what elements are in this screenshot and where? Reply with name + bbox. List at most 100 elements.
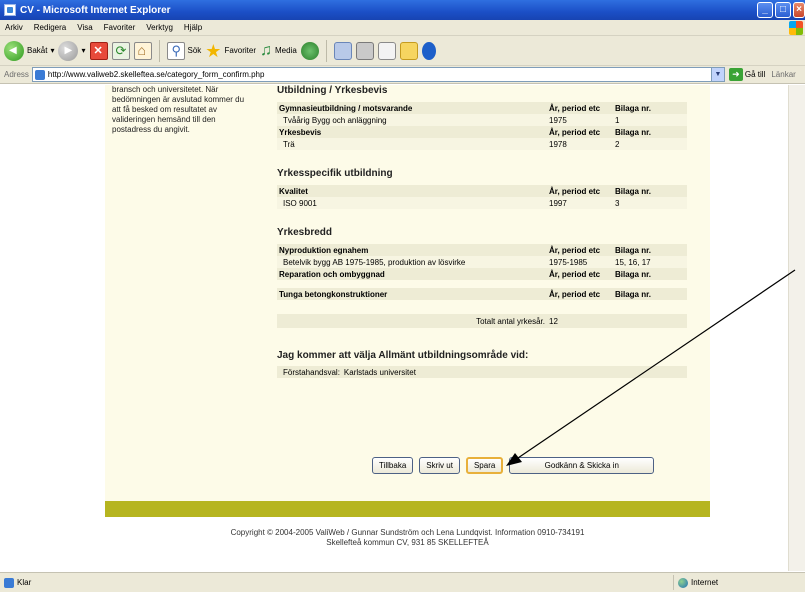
folder-icon[interactable]: [399, 41, 418, 60]
address-bar: Adress http://www.valiweb2.skelleftea.se…: [0, 66, 805, 84]
col-period: År, period etc: [549, 127, 601, 137]
education-title: Utbildning / Yrkesbevis: [277, 85, 388, 96]
window-title: CV - Microsoft Internet Explorer: [20, 4, 171, 16]
status-bar: Klar Internet: [0, 572, 805, 592]
forward-dropdown-icon[interactable]: ▾: [81, 46, 85, 55]
page-status-icon: [4, 577, 14, 588]
search-button[interactable]: Sök: [166, 39, 201, 63]
row-period: 1997: [549, 198, 567, 208]
go-arrow-icon: ➜: [728, 68, 743, 81]
menu-favoriter[interactable]: Favoriter: [104, 23, 136, 32]
yrkesbevis-header: Yrkesbevis: [279, 127, 322, 137]
footer-copyright: Copyright © 2004-2005 ValiWeb / Gunnar S…: [230, 528, 585, 537]
go-button[interactable]: ➜ Gå till: [728, 68, 765, 81]
row-bilaga: 1: [615, 115, 620, 125]
submit-button[interactable]: Godkänn & Skicka in: [509, 457, 655, 474]
vertical-scrollbar[interactable]: [788, 85, 805, 571]
tunga-header: Tunga betongkonstruktioner: [279, 289, 388, 299]
bluetooth-icon[interactable]: [421, 41, 436, 60]
menu-visa[interactable]: Visa: [77, 23, 92, 32]
internet-globe-icon: [678, 577, 688, 588]
row-period: 1975-1985: [549, 257, 588, 267]
address-field[interactable]: http://www.valiweb2.skelleftea.se/catego…: [31, 67, 725, 82]
sidebar-info: bransch och universitetet. När bedömning…: [112, 85, 252, 135]
address-dropdown-icon[interactable]: ▼: [710, 68, 724, 81]
table-header: Reparation och ombyggnad År, period etc …: [277, 268, 687, 280]
table-row: Tvåårig Bygg och anläggning 1975 1: [277, 114, 687, 126]
save-button[interactable]: Spara: [465, 457, 504, 474]
print-button[interactable]: Skriv ut: [419, 457, 460, 474]
col-bilaga: Bilaga nr.: [615, 127, 652, 137]
table-header: Tunga betongkonstruktioner År, period et…: [277, 288, 687, 300]
menu-verktyg[interactable]: Verktyg: [146, 23, 173, 32]
row-bilaga: 2: [615, 139, 620, 149]
col-bilaga: Bilaga nr.: [615, 103, 652, 113]
stop-icon[interactable]: [89, 41, 108, 60]
back-dropdown-icon[interactable]: ▾: [50, 46, 54, 55]
maximize-button[interactable]: □: [775, 2, 791, 18]
row-period: 1975: [549, 115, 567, 125]
history-icon[interactable]: [300, 41, 319, 60]
favorites-button[interactable]: ★ Favoriter: [205, 39, 256, 63]
col-period: År, period etc: [549, 103, 601, 113]
row-period: 1978: [549, 139, 567, 149]
reparation-header: Reparation och ombyggnad: [279, 269, 385, 279]
table-header: Kvalitet År, period etc Bilaga nr.: [277, 185, 687, 197]
page-icon: [34, 69, 45, 80]
address-url[interactable]: http://www.valiweb2.skelleftea.se/catego…: [48, 70, 265, 79]
row-bilaga: 3: [615, 198, 620, 208]
table-row: ISO 9001 1997 3: [277, 197, 687, 209]
col-bilaga: Bilaga nr.: [615, 269, 652, 279]
forward-button[interactable]: ▾: [58, 39, 86, 63]
search-icon: [166, 41, 185, 60]
col-period: År, period etc: [549, 245, 601, 255]
table-row: Betelvik bygg AB 1975-1985, produktion a…: [277, 256, 687, 268]
col-period: År, period etc: [549, 269, 601, 279]
table-row: Trä 1978 2: [277, 138, 687, 150]
kvalitet-header: Kvalitet: [279, 186, 308, 196]
toolbar: Bakåt ▾ ▾ Sök ★ Favoriter ♫ Media: [0, 36, 805, 66]
menu-redigera[interactable]: Redigera: [34, 23, 66, 32]
menu-arkiv[interactable]: Arkiv: [5, 23, 23, 32]
specific-title: Yrkesspecifik utbildning: [277, 168, 393, 179]
row-bilaga: 15, 16, 17: [615, 257, 651, 267]
row-name: ISO 9001: [283, 198, 317, 208]
print-icon[interactable]: [355, 41, 374, 60]
edit-icon[interactable]: [377, 41, 396, 60]
col-period: År, period etc: [549, 186, 601, 196]
window-titlebar: CV - Microsoft Internet Explorer _ □ ×: [0, 0, 805, 20]
media-button[interactable]: ♫ Media: [260, 39, 297, 63]
mail-icon[interactable]: [333, 41, 352, 60]
menu-hjalp[interactable]: Hjälp: [184, 23, 202, 32]
back-button[interactable]: Bakåt ▾: [4, 39, 54, 63]
status-text: Klar: [17, 578, 32, 587]
minimize-button[interactable]: _: [757, 2, 773, 18]
footer: Copyright © 2004-2005 ValiWeb / Gunnar S…: [105, 528, 710, 548]
back-label: Bakåt: [27, 46, 48, 55]
summary-form: Utbildning / Yrkesbevis Gymnasieutbildni…: [277, 85, 687, 378]
links-label[interactable]: Länkar: [771, 70, 795, 79]
address-label: Adress: [4, 70, 29, 79]
home-icon[interactable]: [133, 41, 152, 60]
media-icon: ♫: [260, 41, 272, 59]
col-period: År, period etc: [549, 289, 601, 299]
closing-title: Jag kommer att välja Allmänt utbildnings…: [277, 350, 529, 361]
menu-bar: Arkiv Redigera Visa Favoriter Verktyg Hj…: [0, 20, 805, 36]
row-name: Betelvik bygg AB 1975-1985, produktion a…: [283, 257, 466, 267]
ie-app-icon: [4, 4, 16, 16]
security-zone: Internet: [673, 575, 718, 590]
refresh-icon[interactable]: [111, 41, 130, 60]
row-name: Tvåårig Bygg och anläggning: [283, 115, 387, 125]
table-header: Yrkesbevis År, period etc Bilaga nr.: [277, 126, 687, 138]
table-header: Nyproduktion egnahem År, period etc Bila…: [277, 244, 687, 256]
window-controls: _ □ ×: [757, 2, 805, 18]
back-form-button[interactable]: Tillbaka: [372, 457, 414, 474]
total-row: Totalt antal yrkesår. 12: [277, 314, 687, 328]
breadth-title: Yrkesbredd: [277, 227, 333, 238]
page-content: bransch och universitetet. När bedömning…: [0, 85, 788, 571]
first-choice-label: Förstahandsval:: [283, 367, 340, 377]
media-label: Media: [275, 46, 297, 55]
footer-accent-bar: [105, 501, 710, 517]
close-button[interactable]: ×: [793, 2, 805, 18]
nyprod-header: Nyproduktion egnahem: [279, 245, 369, 255]
